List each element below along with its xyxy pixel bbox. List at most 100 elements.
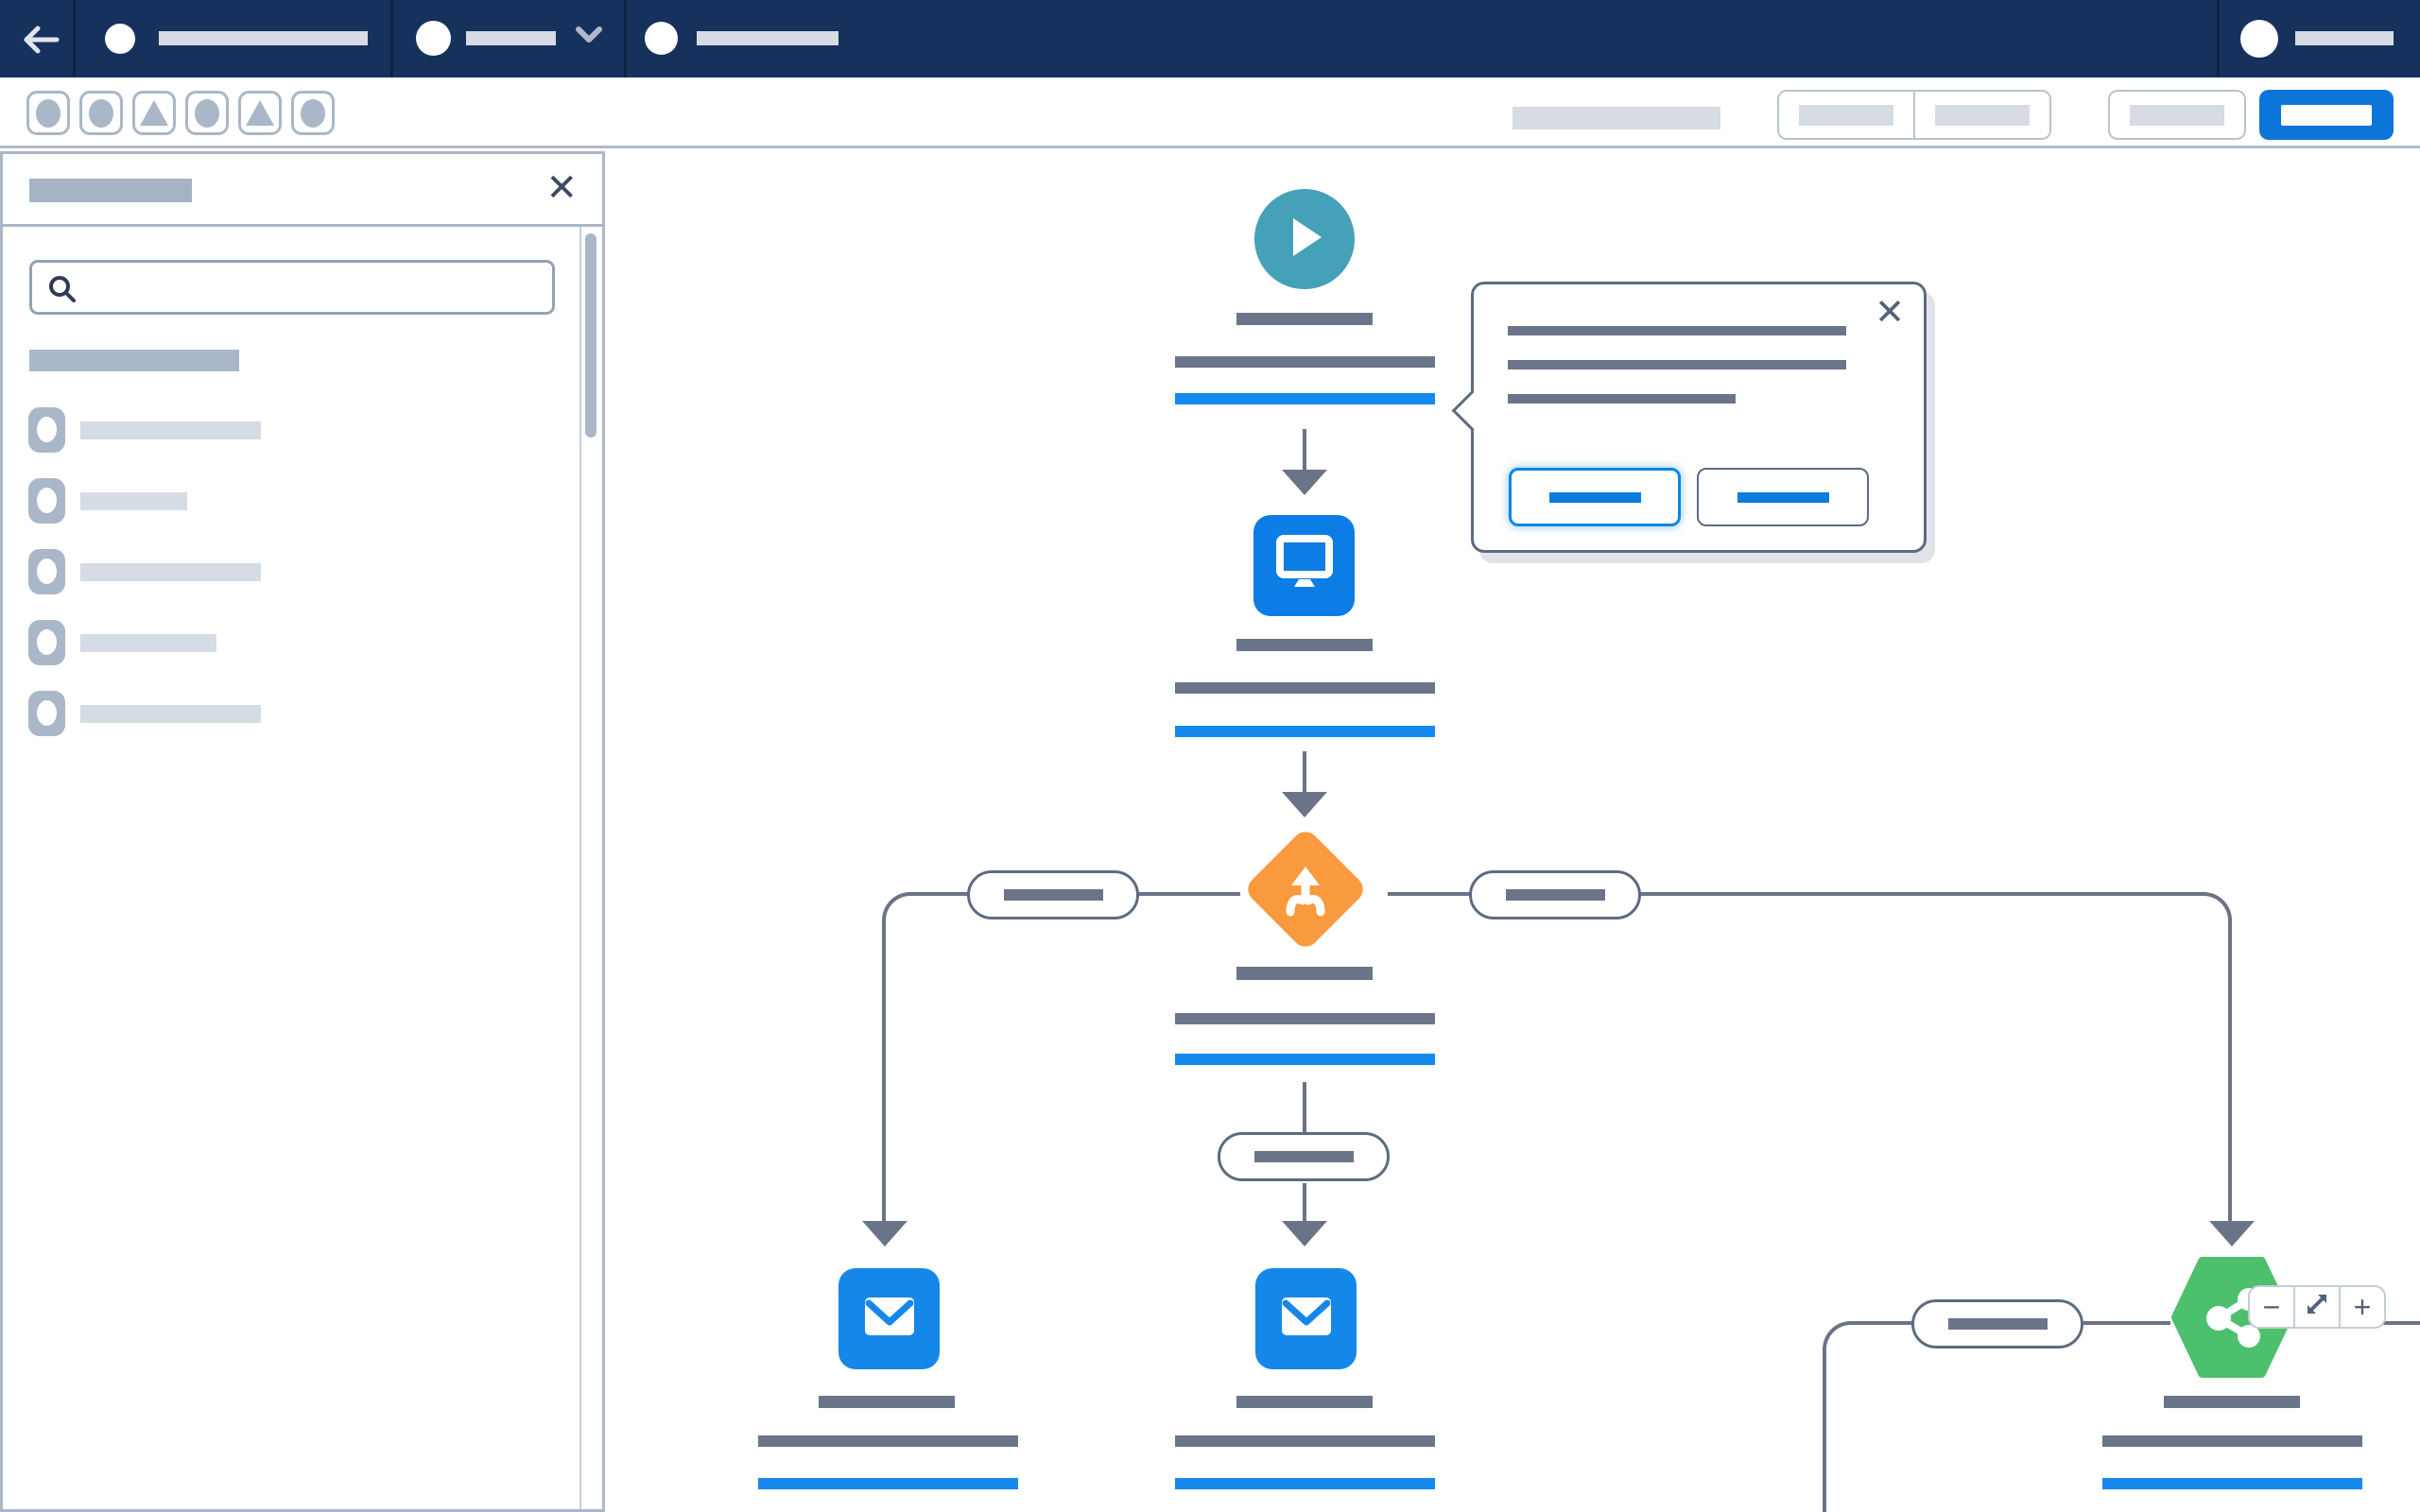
- search-icon: [47, 274, 78, 309]
- connector-arrowhead: [1282, 792, 1327, 817]
- search-input[interactable]: [85, 266, 543, 310]
- element-thumbnail-icon: [28, 478, 65, 524]
- node-desc-placeholder: [1175, 682, 1435, 694]
- branch-label-placeholder: [1254, 1151, 1354, 1162]
- element-label-placeholder: [80, 705, 261, 723]
- node-desc-placeholder: [1175, 1013, 1435, 1024]
- connector: [1303, 1082, 1306, 1132]
- connector-arrowhead: [862, 1221, 908, 1246]
- element-thumbnail-icon: [28, 620, 65, 665]
- element-label-placeholder: [80, 492, 187, 510]
- button-label-placeholder: [2130, 105, 2224, 126]
- element-list-item[interactable]: [28, 620, 558, 665]
- canvas-toolbar: [0, 77, 2420, 148]
- close-icon: ✕: [1875, 293, 1905, 333]
- flow-node-email-left[interactable]: [838, 1268, 940, 1369]
- toolbar-circle-button[interactable]: [26, 91, 70, 135]
- branch-label-hex[interactable]: [1911, 1299, 2083, 1349]
- toolbar-secondary-button[interactable]: [2108, 90, 2246, 140]
- connector-arrowhead: [1282, 1221, 1327, 1246]
- node-title-placeholder: [1236, 967, 1373, 980]
- branch-elbow-left: [882, 892, 910, 920]
- element-thumbnail-icon: [28, 691, 65, 736]
- header-nav-item-2[interactable]: [393, 0, 624, 77]
- toolbar-segment-button-2[interactable]: [1913, 92, 2049, 138]
- node-desc-placeholder: [758, 1435, 1018, 1447]
- back-button[interactable]: [21, 21, 62, 59]
- node-desc-placeholder: [2102, 1435, 2362, 1447]
- flow-node-start[interactable]: [1254, 189, 1355, 289]
- merge-icon: [1268, 851, 1343, 927]
- flow-node-decision[interactable]: [1243, 827, 1369, 953]
- email-icon: [863, 1296, 916, 1342]
- popup-close-button[interactable]: ✕: [1875, 292, 1905, 334]
- node-link-placeholder: [2102, 1478, 2362, 1489]
- branch-connector-right-down: [2228, 919, 2232, 1221]
- element-thumbnail-icon: [28, 549, 65, 594]
- hex-connector-down: [1823, 1348, 1826, 1512]
- element-list-item[interactable]: [28, 478, 558, 524]
- flow-node-screen[interactable]: [1253, 515, 1355, 616]
- element-label-placeholder: [80, 421, 261, 439]
- triangle-shape-icon: [246, 100, 274, 126]
- hex-elbow: [1823, 1321, 1851, 1349]
- screen-icon: [1273, 534, 1336, 597]
- toolbar-circle-button[interactable]: [79, 91, 123, 135]
- node-desc-placeholder: [1175, 1435, 1435, 1447]
- branch-label-placeholder: [1506, 889, 1605, 901]
- popup-text-placeholder: [1508, 326, 1846, 335]
- arrow-left-icon: [21, 46, 62, 62]
- element-label-placeholder: [80, 563, 261, 581]
- popup-text-placeholder: [1508, 394, 1736, 404]
- panel-close-button[interactable]: ✕: [545, 165, 578, 211]
- connector-arrowhead: [2209, 1221, 2255, 1246]
- toolbar-circle-button[interactable]: [185, 91, 229, 135]
- element-list-item[interactable]: [28, 691, 558, 736]
- search-box[interactable]: [29, 260, 555, 315]
- circle-shape-icon: [301, 99, 325, 128]
- popup-primary-button[interactable]: [1509, 468, 1681, 526]
- nav-label-placeholder: [697, 31, 838, 45]
- connector: [1303, 751, 1306, 792]
- popup-secondary-button[interactable]: [1697, 468, 1869, 526]
- header-nav-item-1[interactable]: [76, 0, 390, 77]
- chevron-down-icon: [575, 25, 603, 50]
- toolbar-triangle-button[interactable]: [132, 91, 176, 135]
- panel-section-label-placeholder: [29, 350, 239, 371]
- circle-shape-icon: [89, 99, 113, 128]
- zoom-in-button[interactable]: +: [2339, 1287, 2384, 1327]
- header-nav-item-3[interactable]: [627, 0, 854, 77]
- branch-label-placeholder: [1004, 889, 1103, 901]
- element-list-item[interactable]: [28, 407, 558, 453]
- user-avatar: [2240, 20, 2278, 58]
- element-thumbnail-icon: [28, 407, 65, 453]
- zoom-out-button[interactable]: −: [2250, 1287, 2293, 1327]
- branch-label-center[interactable]: [1218, 1132, 1390, 1181]
- scrollbar-thumb[interactable]: [585, 233, 596, 438]
- play-icon: [1284, 215, 1325, 265]
- nav-avatar-dot: [645, 22, 678, 55]
- element-label-placeholder: [80, 634, 216, 652]
- node-title-placeholder: [1236, 1396, 1373, 1408]
- node-title-placeholder: [2164, 1396, 2300, 1408]
- toolbar-triangle-button[interactable]: [238, 91, 282, 135]
- flow-node-email-center[interactable]: [1255, 1268, 1357, 1369]
- node-link-placeholder: [1175, 1478, 1435, 1489]
- toolbar-primary-button[interactable]: [2259, 90, 2394, 140]
- toolbar-circle-button[interactable]: [291, 91, 335, 135]
- header-user-menu[interactable]: [2220, 0, 2420, 77]
- branch-label-left[interactable]: [967, 870, 1139, 919]
- branch-elbow-right: [2204, 892, 2232, 920]
- branch-label-right[interactable]: [1469, 870, 1641, 919]
- popup-text-placeholder: [1508, 360, 1846, 369]
- button-label-placeholder: [2281, 105, 2372, 126]
- button-label-placeholder: [1737, 492, 1829, 503]
- node-link-placeholder: [1175, 393, 1435, 404]
- node-title-placeholder: [1236, 313, 1373, 325]
- node-desc-placeholder: [1175, 356, 1435, 368]
- branch-connector-left-down: [882, 919, 886, 1221]
- user-label-placeholder: [2295, 31, 2394, 45]
- zoom-fit-button[interactable]: [2293, 1287, 2339, 1327]
- toolbar-segment-button-1[interactable]: [1779, 92, 1913, 138]
- element-list-item[interactable]: [28, 549, 558, 594]
